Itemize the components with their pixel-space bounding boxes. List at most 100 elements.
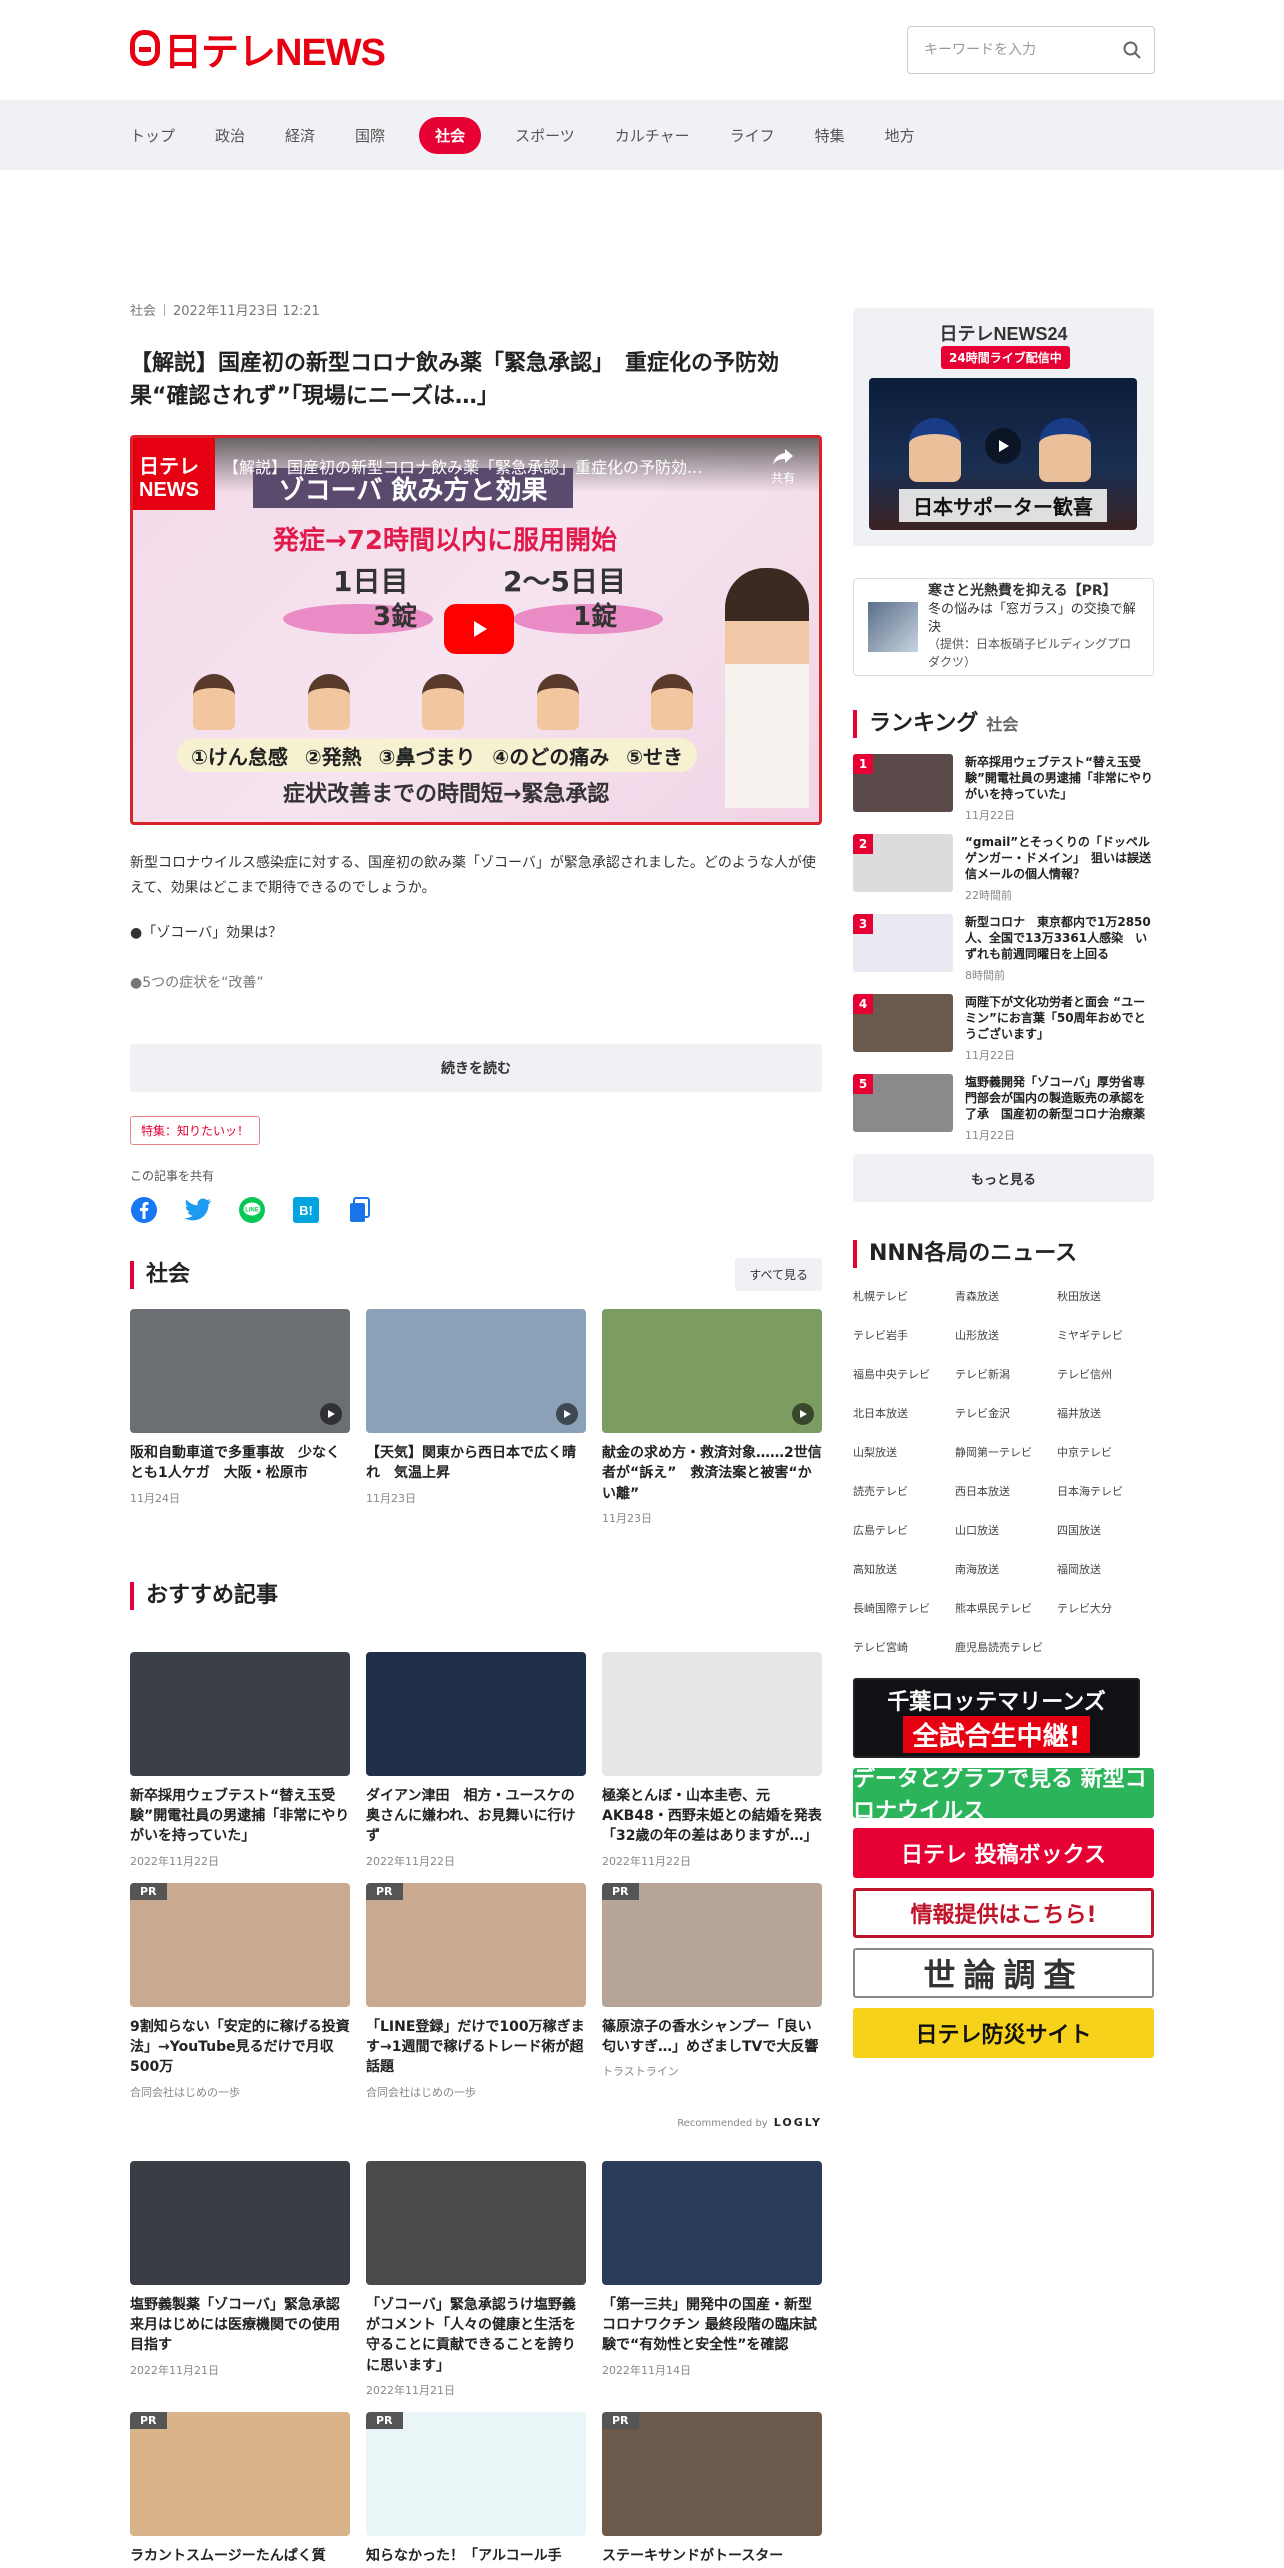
nnn-station-link[interactable]: テレビ宮崎	[853, 1639, 955, 1656]
ranking-title-text[interactable]: 塩野義開発「ゾコーバ」厚労省専門部会が国内の製造販売の承認を了承 国産初の新型コ…	[965, 1074, 1154, 1123]
nnn-station-link[interactable]: 福井放送	[1057, 1405, 1154, 1422]
article-card-title[interactable]: ダイアン津田 相方・ユースケの奥さんに嫌われ、お見舞いに行けず	[366, 1786, 586, 1847]
article-card-title[interactable]: 極楽とんぼ・山本圭壱、元AKB48・西野未姫との結婚を発表「32歳の年の差はあり…	[602, 1786, 822, 1847]
article-card[interactable]: PR 「LINE登録」だけで100万稼ぎます→1週間で稼げるトレード術が超話題 合同…	[366, 1882, 586, 2100]
hatena-bookmark-icon[interactable]: B!	[292, 1196, 320, 1224]
nnn-station-link[interactable]: 長崎国際テレビ	[853, 1600, 955, 1617]
public-opinion-banner[interactable]: 世論調査	[853, 1948, 1154, 1998]
ranking-thumbnail[interactable]: 4	[853, 994, 953, 1052]
ranking-thumbnail[interactable]: 5	[853, 1074, 953, 1132]
info-tip-banner[interactable]: 情報提供はこちら!	[853, 1888, 1154, 1938]
article-thumbnail[interactable]	[130, 1651, 350, 1776]
article-card[interactable]: 阪和自動車道で多重事故 少なくとも1人ケガ 大阪・松原市 11月24日	[130, 1309, 350, 1526]
nav-item[interactable]: トップ	[130, 117, 175, 154]
article-thumbnail[interactable]	[366, 1309, 586, 1433]
article-card-title[interactable]: 【天気】関東から西日本で広く晴れ 気温上昇	[366, 1443, 586, 1484]
article-card-title[interactable]: 「LINE登録」だけで100万稼ぎます→1週間で稼げるトレード術が超話題	[366, 2017, 586, 2078]
nnn-station-link[interactable]: 北日本放送	[853, 1405, 955, 1422]
article-card[interactable]: 極楽とんぼ・山本圭壱、元AKB48・西野未姫との結婚を発表「32歳の年の差はあり…	[602, 1651, 822, 1869]
article-thumbnail[interactable]	[130, 1309, 350, 1433]
article-card[interactable]: 塩野義製薬「ゾコーバ」緊急承認 来月はじめには医療機関での使用目指す 2022年1…	[130, 2160, 354, 2398]
nnn-station-link[interactable]: 広島テレビ	[853, 1522, 955, 1539]
article-card-title[interactable]: 阪和自動車道で多重事故 少なくとも1人ケガ 大阪・松原市	[130, 1443, 350, 1484]
ranking-thumbnail[interactable]: 1	[853, 754, 953, 812]
nnn-station-link[interactable]: 福岡放送	[1057, 1561, 1154, 1578]
ranking-more-button[interactable]: もっと見る	[853, 1154, 1154, 1202]
search-input[interactable]	[908, 27, 1110, 73]
article-card-title[interactable]: 篠原涼子の香水シャンプー「良い匂いすぎ…」めざましTVで大反響	[602, 2017, 822, 2058]
nav-item[interactable]: ライフ	[730, 117, 775, 154]
nnn-station-link[interactable]: 中京テレビ	[1057, 1444, 1154, 1461]
copy-link-icon[interactable]	[346, 1196, 374, 1224]
article-card[interactable]: PR 9割知らない「安定的に稼げる投資法」→YouTube見るだけで月収500万合…	[130, 1882, 350, 2100]
article-card-title[interactable]: 「ゾコーバ」緊急承認うけ塩野義がコメント「人々の健康と生活を守ることに貢献できる…	[366, 2295, 586, 2376]
read-more-button[interactable]: 続きを読む	[130, 1044, 822, 1092]
facebook-icon[interactable]	[130, 1196, 158, 1224]
video-player[interactable]: ゾコーバ 飲み方と効果 発症→72時間以内に服用開始 1日目 2〜5日目 3錠 …	[130, 435, 822, 825]
ranking-item[interactable]: 2 “gmail”とそっくりの「ドッペルゲンガー・ドメイン」 狙いは誤送信メールの…	[853, 834, 1154, 902]
nnn-station-link[interactable]: 静岡第一テレビ	[955, 1444, 1057, 1461]
video-title[interactable]: 【解説】国産初の新型コロナ飲み薬「緊急承認」重症化の予防効...	[223, 454, 753, 478]
nnn-station-link[interactable]: 福島中央テレビ	[853, 1366, 955, 1383]
article-card[interactable]: PR 篠原涼子の香水シャンプー「良い匂いすぎ…」めざましTVで大反響 トラストライン	[602, 1882, 822, 2100]
article-card[interactable]: 新卒採用ウェブテスト“替え玉受験”開電社員の男逮捕「非常にやりがいを持っていた」…	[130, 1651, 350, 1869]
nav-item[interactable]: 経済	[285, 117, 315, 154]
disaster-site-banner[interactable]: 日テレ防災サイト	[853, 2008, 1154, 2058]
nav-item[interactable]: 特集	[815, 117, 845, 154]
line-icon[interactable]: LINE	[238, 1196, 266, 1224]
live-thumbnail[interactable]: 日本サポーター歓喜	[869, 378, 1137, 530]
article-thumbnail[interactable]	[602, 2160, 822, 2285]
nav-item[interactable]: 国際	[355, 117, 385, 154]
article-thumbnail[interactable]: PR	[366, 1882, 586, 2007]
article-thumbnail[interactable]: PR	[366, 2411, 586, 2536]
article-card-title[interactable]: 9割知らない「安定的に稼げる投資法」→YouTube見るだけで月収500万	[130, 2017, 350, 2078]
article-card-title[interactable]: ラカントスムージーたんぱく質	[130, 2546, 350, 2566]
nav-item[interactable]: カルチャー	[615, 117, 690, 154]
nnn-station-link[interactable]: テレビ岩手	[853, 1327, 955, 1344]
nnn-station-link[interactable]: 四国放送	[1057, 1522, 1154, 1539]
ranking-item[interactable]: 1 新卒採用ウェブテスト“替え玉受験”開電社員の男逮捕「非常にやりがいを持っていた…	[853, 754, 1154, 822]
nnn-station-link[interactable]: 西日本放送	[955, 1483, 1057, 1500]
article-card[interactable]: 「第一三共」開発中の国産・新型コロナワクチン 最終段階の臨床試験で“有効性と安全…	[602, 2160, 822, 2398]
nnn-station-link[interactable]: 青森放送	[955, 1288, 1057, 1305]
article-thumbnail[interactable]	[366, 1651, 586, 1776]
site-logo[interactable]: 日テレNEWS	[130, 26, 386, 74]
nnn-station-link[interactable]: 熊本県民テレビ	[955, 1600, 1057, 1617]
nav-item[interactable]: 政治	[215, 117, 245, 154]
nnn-station-link[interactable]: テレビ金沢	[955, 1405, 1057, 1422]
feature-tag[interactable]: 特集：知りたいッ！	[130, 1116, 261, 1145]
ranking-item[interactable]: 4 両陛下が文化功労者と面会 “ユーミン”にお言葉「50周年おめでとうございます」…	[853, 994, 1154, 1062]
article-thumbnail[interactable]: PR	[602, 2411, 822, 2536]
logly-credit[interactable]: Recommended by LOGLY	[130, 2116, 822, 2129]
nnn-station-link[interactable]: ミヤギテレビ	[1057, 1327, 1154, 1344]
nnn-station-link[interactable]: 日本海テレビ	[1057, 1483, 1154, 1500]
article-card[interactable]: PR ステーキサンドがトースター	[602, 2411, 822, 2566]
article-card-title[interactable]: 新卒採用ウェブテスト“替え玉受験”開電社員の男逮捕「非常にやりがいを持っていた」	[130, 1786, 350, 1847]
post-box-banner[interactable]: 日テレ 投稿ボックス	[853, 1828, 1154, 1878]
ranking-title-text[interactable]: “gmail”とそっくりの「ドッペルゲンガー・ドメイン」 狙いは誤送信メールの個…	[965, 834, 1154, 883]
nnn-station-link[interactable]: 山形放送	[955, 1327, 1057, 1344]
ranking-title-text[interactable]: 新卒採用ウェブテスト“替え玉受験”開電社員の男逮捕「非常にやりがいを持っていた」	[965, 754, 1154, 803]
article-card-title[interactable]: 塩野義製薬「ゾコーバ」緊急承認 来月はじめには医療機関での使用目指す	[130, 2295, 354, 2356]
nnn-station-link[interactable]: テレビ大分	[1057, 1600, 1154, 1617]
corona-data-banner[interactable]: データとグラフで見る 新型コロナウイルス	[853, 1767, 1154, 1824]
article-card-title[interactable]: 「第一三共」開発中の国産・新型コロナワクチン 最終段階の臨床試験で“有効性と安全…	[602, 2295, 822, 2356]
article-card-title[interactable]: 献金の求め方・救済対象……2世信者が“訴え” 救済法案と被害“かい離”	[602, 1443, 822, 1504]
nnn-station-link[interactable]: 読売テレビ	[853, 1483, 955, 1500]
nav-item[interactable]: 地方	[885, 117, 915, 154]
nnn-station-link[interactable]: 山梨放送	[853, 1444, 955, 1461]
video-share[interactable]: 共有	[771, 448, 795, 486]
nnn-station-link[interactable]: 南海放送	[955, 1561, 1057, 1578]
search-icon[interactable]	[1110, 27, 1154, 73]
ranking-thumbnail[interactable]: 2	[853, 834, 953, 892]
ranking-item[interactable]: 3 新型コロナ 東京都内で1万2850人、全国で13万3361人感染 いずれも前週…	[853, 914, 1154, 982]
nnn-station-link[interactable]: 高知放送	[853, 1561, 955, 1578]
play-icon[interactable]	[985, 428, 1021, 464]
article-card[interactable]: 献金の求め方・救済対象……2世信者が“訴え” 救済法案と被害“かい離” 11月23…	[602, 1309, 822, 1526]
article-card[interactable]: PR 知らなかった！「アルコール手	[366, 2411, 586, 2566]
society-see-all-button[interactable]: すべて見る	[735, 1258, 822, 1291]
nnn-station-link[interactable]: テレビ信州	[1057, 1366, 1154, 1383]
article-card-title[interactable]: ステーキサンドがトースター	[602, 2546, 822, 2566]
ranking-thumbnail[interactable]: 3	[853, 914, 953, 972]
nnn-station-link[interactable]: 山口放送	[955, 1522, 1057, 1539]
